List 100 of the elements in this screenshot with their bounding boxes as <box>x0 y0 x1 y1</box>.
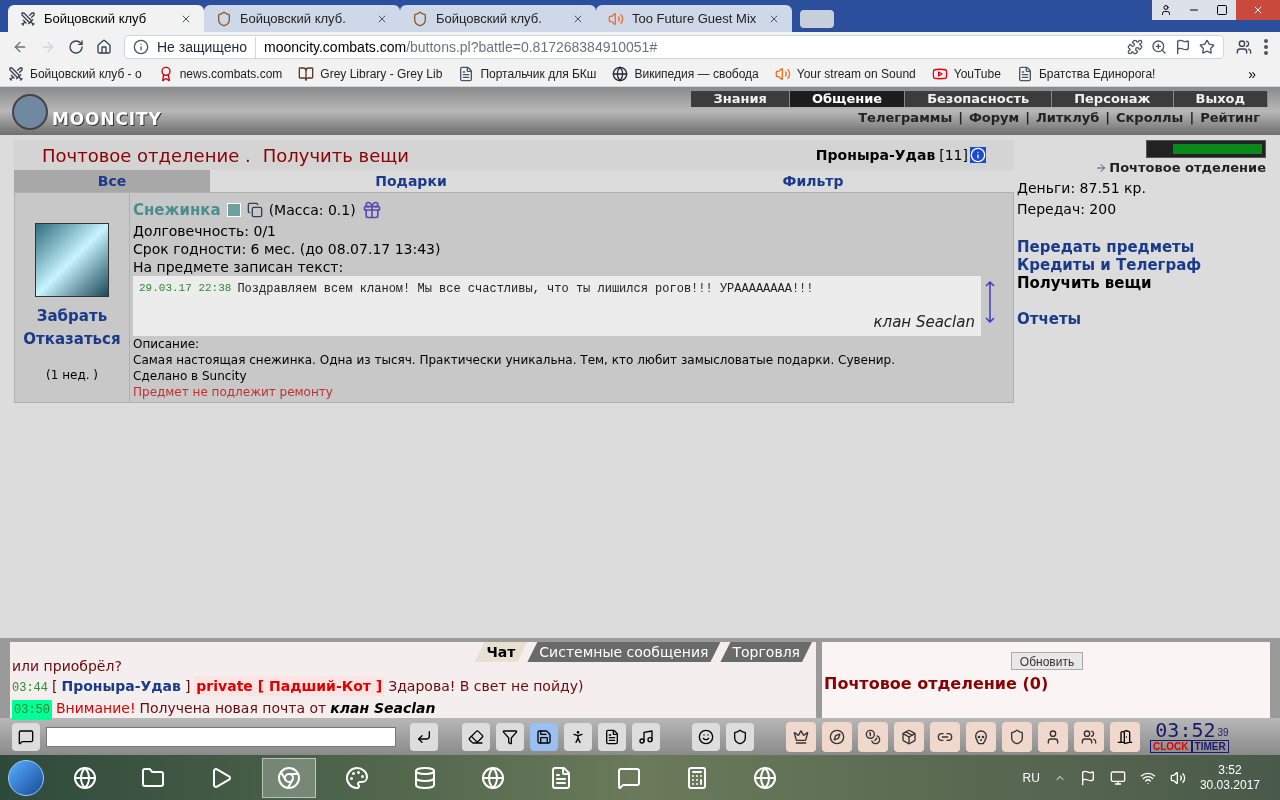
chat-tool-button[interactable] <box>564 722 592 751</box>
chat-tool-button[interactable] <box>598 722 626 751</box>
star-icon[interactable] <box>1199 39 1215 55</box>
resize-arrow-icon[interactable] <box>983 279 997 324</box>
sidebar-link[interactable]: Передать предметы <box>1017 237 1266 256</box>
subnav-link[interactable]: Скроллы <box>1115 108 1184 128</box>
clock-seconds: 39 <box>1217 726 1229 740</box>
chat-tab[interactable]: Торговля <box>720 642 812 662</box>
maximize-button[interactable] <box>1208 0 1236 20</box>
subnav-link[interactable]: Рейтинг <box>1200 108 1260 128</box>
bookmark-link[interactable]: YouTube <box>931 65 1001 83</box>
nav-link[interactable]: Знания <box>691 91 790 107</box>
url-host: mooncity.combats.com <box>264 37 407 57</box>
game-menu-button[interactable] <box>786 721 816 752</box>
bookmark-link[interactable]: news.combats.com <box>157 65 283 83</box>
smiley-button[interactable] <box>692 722 720 751</box>
nav-link[interactable]: Общение <box>789 91 906 107</box>
refresh-button[interactable]: Обновить <box>1010 652 1084 670</box>
bookmark-link[interactable]: Your stream on Sound <box>774 65 916 83</box>
browser-tab[interactable]: Бойцовский клуб. <box>204 5 400 32</box>
subnav-link[interactable]: Телеграммы <box>858 108 953 128</box>
taskbar-time[interactable]: 3:52 <box>1218 762 1242 778</box>
action-link[interactable]: Отказаться <box>23 327 121 350</box>
nav-link[interactable]: Безопасность <box>905 91 1053 107</box>
video-icon <box>931 66 948 82</box>
copy-icon[interactable] <box>246 202 263 219</box>
sidebar-link[interactable]: Отчеты <box>1017 309 1266 328</box>
sidebar-link[interactable]: Кредиты и Телеграф <box>1017 255 1266 274</box>
action-link[interactable]: Забрать <box>36 305 108 328</box>
bookmark-link[interactable]: Портальчик для БКш <box>458 65 597 83</box>
taskbar-date[interactable]: 30.03.2017 <box>1199 777 1260 793</box>
enter-icon <box>416 728 432 745</box>
game-menu-button[interactable] <box>894 721 924 752</box>
monitor-icon[interactable] <box>1109 769 1126 786</box>
start-button[interactable] <box>8 759 44 796</box>
language-indicator[interactable]: RU <box>1022 768 1040 787</box>
subnav-link[interactable]: Форум <box>968 108 1020 128</box>
chat-tab[interactable]: Чат <box>474 642 528 662</box>
bookmark-link[interactable]: Grey Library - Grey Lib <box>298 65 443 83</box>
exit-button[interactable] <box>1110 721 1140 752</box>
inscription-text: Поздравляем всем кланом! Мы все счастливы, что ты лишился рогов!!! УРАААААААА!!! <box>237 280 814 298</box>
location-link[interactable]: Почтовое отделение <box>1095 158 1266 178</box>
chat-tab[interactable]: Системные сообщения <box>527 642 721 662</box>
game-menu-button[interactable] <box>930 721 960 752</box>
taskbar-app[interactable] <box>262 757 316 798</box>
browser-tab[interactable]: Бойцовский клуб. <box>400 5 596 32</box>
nav-link[interactable]: Выход <box>1173 91 1268 107</box>
game-menu-button[interactable] <box>1002 721 1032 752</box>
chat-tool-button[interactable] <box>462 722 490 751</box>
bookmark-link[interactable]: Википедия — свобода <box>612 65 759 83</box>
arrow-icon <box>1095 161 1108 174</box>
chat-tool-button[interactable] <box>496 722 524 751</box>
timer-tab[interactable]: TIMER <box>1191 740 1229 753</box>
reload-icon[interactable] <box>68 39 84 55</box>
clock-time: 03:52 <box>1155 720 1216 740</box>
user-name[interactable]: Проныра-Удав <box>815 144 936 166</box>
flag-icon[interactable] <box>1175 39 1191 55</box>
address-field[interactable]: Не защищено mooncity.combats.com/buttons.pl?battle=0.817268384910051# <box>124 35 1224 59</box>
browser-tab[interactable]: Too Future Guest Mix <box>596 5 792 32</box>
chat-input[interactable] <box>46 726 396 747</box>
person-icon <box>1045 728 1061 745</box>
bookmark-link[interactable]: Бойцовский клуб - о <box>8 65 142 83</box>
helmet-button[interactable] <box>726 722 754 751</box>
bookmark-link[interactable]: Братства Единорога! <box>1016 65 1156 83</box>
puzzle-icon[interactable] <box>1127 39 1143 55</box>
browser-tab[interactable]: Бойцовский клуб <box>8 5 204 32</box>
home-icon[interactable] <box>96 39 112 55</box>
sidebar-link[interactable]: Получить вещи <box>1017 273 1266 292</box>
chat-tool-button[interactable] <box>632 722 660 751</box>
swords-icon <box>8 66 24 82</box>
game-menu-button[interactable] <box>1038 721 1068 752</box>
menu-icon[interactable] <box>1264 39 1268 55</box>
send-button[interactable] <box>410 722 438 751</box>
subnav-link[interactable]: Литклуб <box>1035 108 1100 128</box>
info-icon[interactable] <box>970 147 986 163</box>
game-menu-button[interactable] <box>1074 721 1104 752</box>
tab-title: Бойцовский клуб <box>44 9 148 28</box>
chat-tool-button[interactable] <box>530 722 558 751</box>
game-menu-button[interactable] <box>822 721 852 752</box>
nav-link[interactable]: Персонаж <box>1052 91 1174 107</box>
calculator-icon <box>685 765 709 790</box>
speaker-button[interactable] <box>12 722 40 751</box>
volume-icon[interactable] <box>1169 769 1186 786</box>
game-menu-button[interactable] <box>858 721 888 752</box>
globe-icon <box>612 66 629 82</box>
flag-icon[interactable] <box>1079 769 1096 786</box>
zoom-icon[interactable] <box>1151 39 1167 55</box>
filter-tab[interactable]: Все <box>14 170 210 192</box>
bookmarks-overflow[interactable]: » <box>1248 63 1272 85</box>
tab-title: Бойцовский клуб. <box>240 9 347 28</box>
chat-message: или приобрёл? <box>12 657 123 676</box>
game-menu-button[interactable] <box>966 721 996 752</box>
book-icon <box>298 66 315 82</box>
disk-icon <box>413 765 437 790</box>
description-text: Самая настоящая снежинка. Одна из тысяч. Практически уникальна. Тем, кто любит замысловатые подарки. Сувенир. <box>133 351 897 368</box>
tab-title: Бойцовский клуб. <box>436 9 543 28</box>
user-button[interactable] <box>1152 0 1180 20</box>
extension-icon[interactable] <box>1236 39 1252 55</box>
gift-icon <box>361 200 382 221</box>
back-icon[interactable] <box>12 39 28 55</box>
